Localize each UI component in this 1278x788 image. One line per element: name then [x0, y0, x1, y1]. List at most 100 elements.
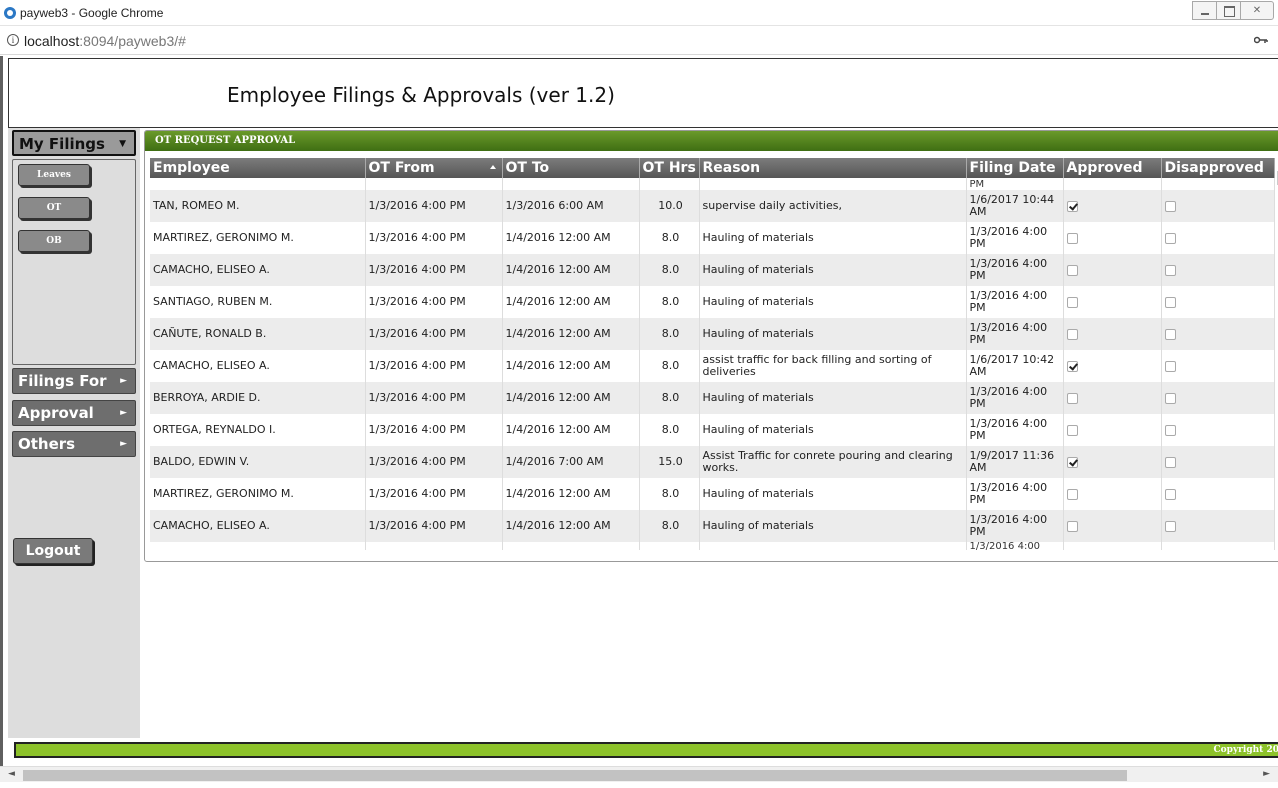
disapproved-checkbox[interactable] — [1164, 360, 1176, 372]
col-ot-from-label: OT From — [368, 160, 435, 176]
reason-cell: Hauling of materials — [699, 510, 967, 542]
horizontal-scrollbar[interactable]: ◄ ► — [0, 766, 1278, 782]
approved-checkbox[interactable] — [1066, 232, 1078, 244]
disapproved-checkbox[interactable] — [1164, 200, 1176, 212]
menu-approval[interactable]: Approval ► — [12, 400, 136, 426]
sidebar: My Filings ▼ Leaves OT OB Filings For ► … — [8, 128, 140, 738]
col-reason[interactable]: Reason — [699, 158, 967, 178]
disapproved-checkbox[interactable] — [1164, 328, 1176, 340]
minimize-button[interactable] — [1192, 1, 1217, 20]
employee-cell: ORTEGA, REYNALDO I. — [150, 414, 366, 446]
approved-checkbox[interactable] — [1066, 520, 1078, 532]
logout-button[interactable]: Logout — [13, 538, 93, 564]
employee-cell: BALDO, EDWIN V. — [150, 446, 366, 478]
disapproved-cell — [1161, 318, 1275, 350]
disapproved-checkbox[interactable] — [1164, 232, 1176, 244]
scroll-left-icon[interactable]: ◄ — [8, 769, 15, 779]
approved-checkbox[interactable] — [1066, 360, 1078, 372]
employee-cell: BERROYA, ARDIE D. — [150, 382, 366, 414]
employee-cell: CAMACHO, ELISEO A. — [150, 254, 366, 286]
filing-date-cell: 1/6/2017 10:42 AM — [966, 350, 1064, 382]
col-filing-date[interactable]: Filing Date — [966, 158, 1064, 178]
table-row[interactable]: SANTIAGO, RUBEN M. 1/3/2016 4:00 PM 1/4/20… — [150, 286, 1275, 318]
approved-checkbox[interactable] — [1066, 200, 1078, 212]
col-disapproved[interactable]: Disapproved — [1161, 158, 1275, 178]
table-row[interactable]: MARTIREZ, GERONIMO M. 1/3/2016 4:00 PM 1/4… — [150, 478, 1275, 510]
approved-checkbox[interactable] — [1066, 424, 1078, 436]
scroll-right-icon[interactable]: ► — [1263, 769, 1270, 779]
leaves-button[interactable]: Leaves — [18, 164, 90, 186]
reason-cell: Hauling of materials — [699, 382, 967, 414]
ot-hrs-cell: 8.0 — [639, 254, 700, 286]
disapproved-checkbox[interactable] — [1164, 488, 1176, 500]
disapproved-cell — [1161, 222, 1275, 254]
url-text[interactable]: localhost:8094/payweb3/# — [24, 33, 186, 49]
ot-from-cell: 1/3/2016 4:00 PM — [365, 382, 503, 414]
window-title: payweb3 - Google Chrome — [20, 6, 164, 20]
disapproved-checkbox[interactable] — [1164, 296, 1176, 308]
table-row[interactable]: CAMACHO, ELISEO A. 1/3/2016 4:00 PM 1/4/20… — [150, 510, 1275, 542]
table-row[interactable]: MARTIREZ, GERONIMO M. 1/3/2016 4:00 PM 1/4… — [150, 222, 1275, 254]
disapproved-checkbox[interactable] — [1164, 264, 1176, 276]
table-row[interactable]: CAMACHO, ELISEO A. 1/3/2016 4:00 PM 1/4/20… — [150, 254, 1275, 286]
ot-button[interactable]: OT — [18, 197, 90, 219]
approved-checkbox[interactable] — [1066, 392, 1078, 404]
info-icon[interactable]: i — [7, 34, 19, 46]
menu-others[interactable]: Others ► — [12, 431, 136, 457]
approved-checkbox[interactable] — [1066, 296, 1078, 308]
filing-date-cell: 1/6/2017 10:44 AM — [966, 190, 1064, 222]
ob-button[interactable]: OB — [18, 230, 90, 252]
table-row[interactable]: ORTEGA, REYNALDO I. 1/3/2016 4:00 PM 1/4/2… — [150, 414, 1275, 446]
menu-filings-for[interactable]: Filings For ► — [12, 368, 136, 394]
col-ot-hrs[interactable]: OT Hrs — [639, 158, 700, 178]
col-employee[interactable]: Employee — [150, 158, 366, 178]
chevron-right-icon: ► — [120, 408, 127, 418]
close-button[interactable]: ✕ — [1240, 1, 1274, 20]
key-icon[interactable] — [1254, 36, 1268, 44]
ot-from-cell: 1/3/2016 4:00 PM — [365, 254, 503, 286]
approved-checkbox[interactable] — [1066, 328, 1078, 340]
disapproved-checkbox[interactable] — [1164, 392, 1176, 404]
disapproved-checkbox[interactable] — [1164, 520, 1176, 532]
approved-checkbox[interactable] — [1066, 488, 1078, 500]
ot-hrs-cell: 8.0 — [639, 350, 700, 382]
ot-grid[interactable]: Employee OT From OT To OT Hrs Reason Fil… — [150, 158, 1278, 550]
ot-hrs-cell: 8.0 — [639, 222, 700, 254]
approved-cell — [1063, 382, 1162, 414]
ot-from-cell: 1/3/2016 4:00 PM — [365, 286, 503, 318]
employee-cell: CAMACHO, ELISEO A. — [150, 350, 366, 382]
employee-cell: CAMACHO, ELISEO A. — [150, 510, 366, 542]
table-row[interactable]: BERROYA, ARDIE D. 1/3/2016 4:00 PM 1/4/201… — [150, 382, 1275, 414]
filing-date-cell: 1/3/2016 4:00 PM — [966, 382, 1064, 414]
ot-from-cell: 1/3/2016 4:00 PM — [365, 510, 503, 542]
scrollbar-thumb[interactable] — [23, 770, 1127, 781]
chevron-down-icon: ▼ — [119, 139, 126, 149]
table-row[interactable]: TAN, ROMEO M. 1/3/2016 4:00 PM 1/3/2016 6:… — [150, 190, 1275, 222]
ot-from-cell: 1/3/2016 4:00 PM — [365, 318, 503, 350]
table-row[interactable]: BALDO, EDWIN V. 1/3/2016 4:00 PM 1/4/2016 … — [150, 446, 1275, 478]
disapproved-cell — [1161, 414, 1275, 446]
maximize-button[interactable] — [1216, 1, 1241, 20]
ot-table: Employee OT From OT To OT Hrs Reason Fil… — [150, 158, 1275, 550]
col-ot-from[interactable]: OT From — [365, 158, 503, 178]
col-ot-to[interactable]: OT To — [502, 158, 640, 178]
approved-checkbox[interactable] — [1066, 456, 1078, 468]
ot-from-cell: 1/3/2016 4:00 PM — [365, 222, 503, 254]
approved-cell — [1063, 254, 1162, 286]
approved-checkbox[interactable] — [1066, 264, 1078, 276]
address-bar[interactable]: i localhost:8094/payweb3/# — [0, 27, 1278, 55]
col-approved[interactable]: Approved — [1063, 158, 1162, 178]
page-title: Employee Filings & Approvals (ver 1.2) — [227, 83, 615, 107]
disapproved-cell — [1161, 510, 1275, 542]
chevron-right-icon: ► — [120, 376, 127, 386]
disapproved-cell — [1161, 382, 1275, 414]
table-row[interactable]: CAÑUTE, RONALD B. 1/3/2016 4:00 PM 1/4/201… — [150, 318, 1275, 350]
reason-cell: supervise daily activities, — [699, 190, 967, 222]
browser-titlebar: payweb3 - Google Chrome ✕ — [0, 0, 1278, 26]
disapproved-checkbox[interactable] — [1164, 424, 1176, 436]
employee-cell: TAN, ROMEO M. — [150, 190, 366, 222]
disapproved-checkbox[interactable] — [1164, 456, 1176, 468]
table-row[interactable]: CAMACHO, ELISEO A. 1/3/2016 4:00 PM 1/4/20… — [150, 350, 1275, 382]
menu-my-filings[interactable]: My Filings ▼ — [12, 130, 136, 156]
approved-cell — [1063, 190, 1162, 222]
